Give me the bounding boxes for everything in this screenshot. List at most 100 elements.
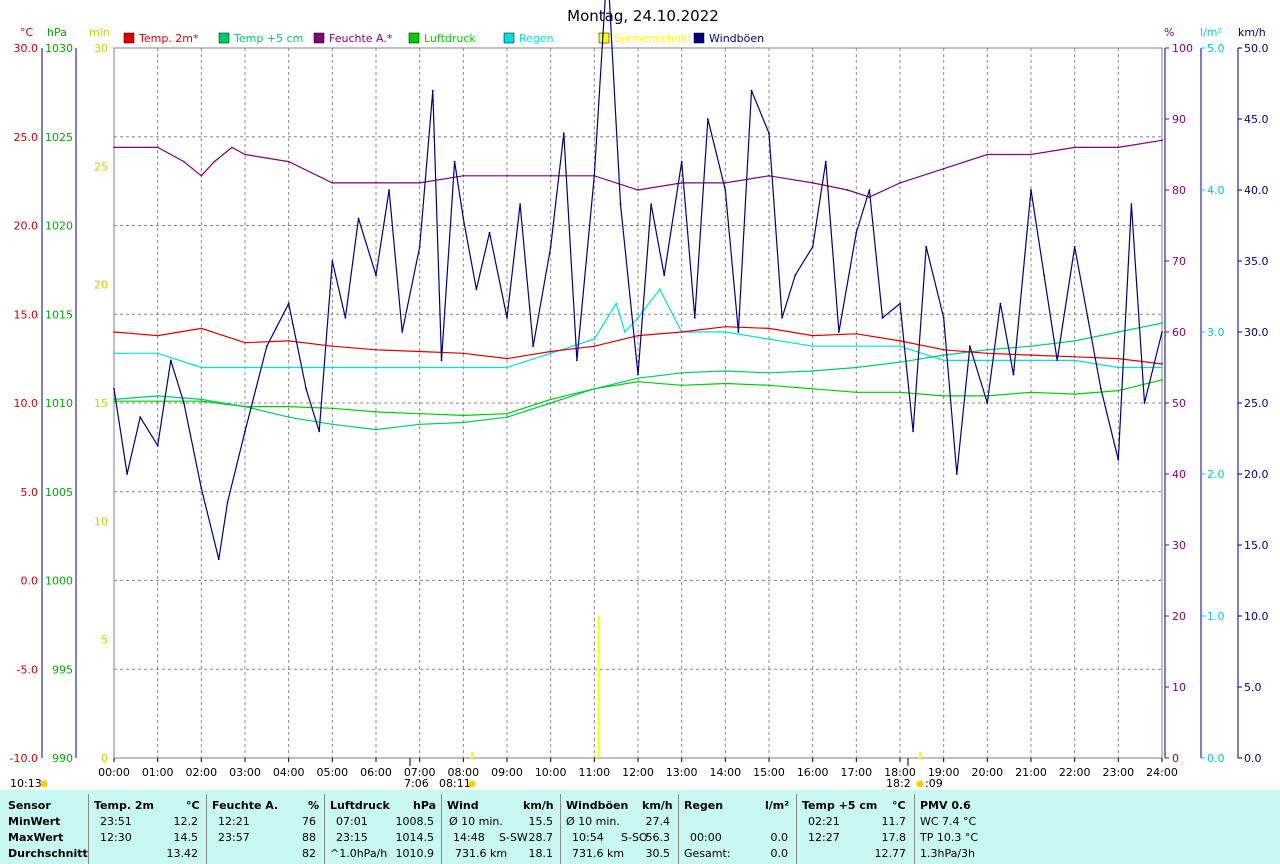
x-tick-label: 09:00: [491, 766, 523, 779]
data-point: [593, 345, 596, 348]
data-point: [213, 160, 216, 163]
humidity-axis-unit: %: [1164, 26, 1174, 39]
legend-label: Sonnenschein: [614, 32, 691, 45]
rain-tick-label: 1.0: [1207, 610, 1225, 623]
data-point: [942, 395, 945, 397]
legend-label: Temp. 2m*: [138, 32, 199, 45]
stats-pmv-header: PMV 0.6: [920, 799, 971, 812]
temp-tick-label: 30.0: [14, 42, 39, 55]
data-point: [855, 391, 858, 394]
temp-axis-unit: °C: [20, 26, 34, 39]
stats-divider: [441, 794, 442, 864]
data-point: [375, 428, 377, 431]
rain-axis-unit: l/m²: [1200, 26, 1222, 39]
data-point: [549, 350, 552, 353]
data-point: [868, 189, 871, 191]
stats-rain-max-value: 0.0: [770, 831, 789, 844]
stats-pressure-max-time: 23:15: [336, 831, 368, 844]
data-point: [986, 352, 989, 355]
x-tick-label: 20:00: [971, 766, 1003, 779]
stats-pressure-trend: ^1.0hPa/h: [330, 847, 388, 860]
stats-temp5cm-avg-value: 12.77: [874, 847, 907, 860]
humidity-tick-label: 30: [1172, 539, 1186, 552]
data-point: [881, 316, 884, 319]
data-point: [724, 370, 727, 372]
data-point: [462, 174, 465, 177]
pressure-tick-label: 1015: [45, 308, 73, 321]
rain-tick-label: 3.0: [1207, 326, 1225, 339]
data-point: [899, 339, 901, 342]
stats-divider: [914, 794, 915, 864]
stats-gust: Windböen km/h Ø 10 min. 27.4 10:54 S-SO …: [566, 790, 676, 864]
data-point: [1030, 189, 1032, 191]
data-point: [156, 352, 159, 355]
legend-swatch: [408, 32, 420, 44]
data-point: [968, 345, 971, 348]
sun-axis-unit: min: [89, 26, 110, 39]
data-point: [724, 325, 727, 328]
data-point: [418, 412, 421, 415]
stats-row-min: MinWert: [8, 815, 61, 828]
data-point: [1043, 274, 1045, 277]
sunset-event-label: :09: [925, 777, 943, 790]
humidity-tick-label: 100: [1172, 42, 1193, 55]
data-point: [942, 354, 945, 356]
stats-panel: Sensor MinWert MaxWert Durchschnitt Temp…: [0, 790, 1280, 864]
x-tick-label: 04:00: [273, 766, 305, 779]
data-point: [244, 405, 246, 408]
stats-temp5cm: Temp +5 cm °C 02:21 11.7 12:27 17.8 12.7…: [802, 790, 912, 864]
stats-pressure: Luftdruck hPa 07:01 1008.5 23:15 1014.5 …: [330, 790, 440, 864]
data-point: [200, 366, 203, 369]
humidity-tick-label: 90: [1172, 113, 1186, 126]
temp-tick-label: 10.0: [14, 397, 39, 410]
data-point: [925, 245, 928, 248]
data-point: [244, 366, 246, 369]
data-point: [506, 357, 508, 360]
data-point: [1130, 203, 1133, 206]
stats-pmv-pressure-trend: 1.3hPa/3h: [920, 847, 976, 860]
stats-pmv-windchill: WC 7.4 °C: [920, 815, 977, 828]
data-point: [200, 327, 203, 330]
data-point: [899, 361, 901, 364]
data-point: [331, 407, 334, 410]
stats-divider: [796, 794, 797, 864]
data-point: [768, 327, 770, 330]
stats-humidity-min-value: 76: [302, 815, 316, 828]
data-point: [602, 324, 604, 326]
data-point: [1073, 146, 1076, 149]
data-point: [375, 348, 377, 351]
data-point: [637, 316, 639, 319]
data-point: [1161, 366, 1163, 369]
data-point: [113, 398, 115, 401]
stats-pressure-min-value: 1008.5: [395, 815, 435, 828]
data-point: [811, 345, 814, 348]
data-point: [724, 382, 727, 385]
stats-humidity: Feuchte A. % 12:21 76 23:57 88 82: [212, 790, 322, 864]
stats-humidity-max-time: 23:57: [218, 831, 250, 844]
sun-tick-label: 30: [94, 42, 108, 55]
stats-gust-unit: km/h: [642, 799, 673, 812]
data-point: [1030, 354, 1032, 356]
stats-temp2m-min-time: 23:51: [100, 815, 132, 828]
stats-pressure-min-time: 07:01: [336, 815, 368, 828]
stats-gust-max-dir: S-SO: [621, 831, 648, 844]
data-point: [999, 302, 1002, 305]
data-point: [650, 203, 652, 206]
x-tick-label: 10:00: [535, 766, 567, 779]
x-tick-label: 05:00: [316, 766, 348, 779]
stats-divider: [206, 794, 207, 864]
data-point: [1073, 393, 1076, 396]
pressure-tick-label: 1025: [45, 131, 73, 144]
stats-pressure-max-value: 1014.5: [395, 831, 435, 844]
data-point: [637, 373, 639, 376]
data-point: [1073, 245, 1076, 248]
data-point: [680, 384, 683, 387]
data-point: [532, 345, 535, 348]
data-point: [418, 182, 421, 184]
data-point: [305, 387, 308, 390]
data-point: [331, 260, 334, 262]
x-tick-label: 13:00: [666, 766, 698, 779]
data-point: [562, 132, 565, 135]
data-point: [1117, 331, 1120, 333]
x-tick-label: 24:00: [1146, 766, 1178, 779]
